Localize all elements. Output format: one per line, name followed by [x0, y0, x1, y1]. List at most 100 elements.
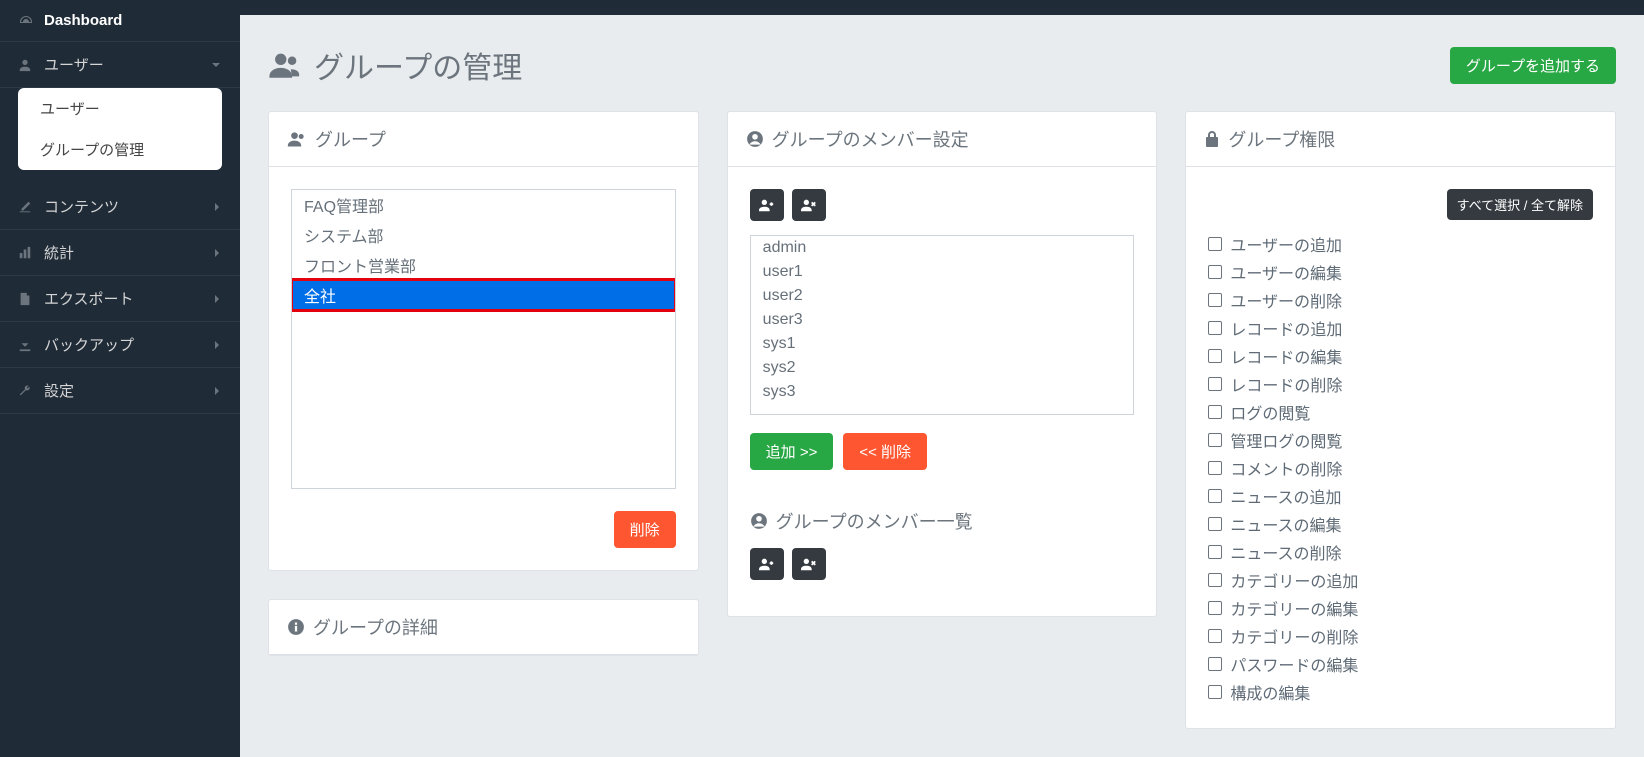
groups-panel-title: グループ: [315, 126, 386, 152]
permission-item[interactable]: レコードの編集: [1208, 342, 1593, 370]
delete-group-button[interactable]: 削除: [614, 511, 676, 548]
checkbox-icon[interactable]: [1208, 489, 1222, 503]
dashboard-icon: [18, 13, 34, 29]
toggle-all-permissions-button[interactable]: すべて選択 / 全て解除: [1447, 189, 1593, 220]
checkbox-icon[interactable]: [1208, 377, 1222, 391]
nav-users-label: ユーザー: [44, 54, 104, 75]
users-listbox[interactable]: adminuser1user2user3sys1sys2sys3: [750, 235, 1135, 415]
checkbox-icon[interactable]: [1208, 573, 1222, 587]
members-panel: グループのメンバー設定 adminuser1us: [727, 111, 1158, 617]
subnav-users[interactable]: ユーザー: [18, 88, 222, 129]
checkbox-icon[interactable]: [1208, 601, 1222, 615]
group-option[interactable]: システム部: [292, 220, 675, 250]
permission-label: カテゴリーの編集: [1230, 596, 1358, 620]
checkbox-icon[interactable]: [1208, 517, 1222, 531]
group-option[interactable]: FAQ管理部: [292, 190, 675, 220]
groups-listbox[interactable]: FAQ管理部システム部フロント営業部全社: [291, 189, 676, 489]
user-option[interactable]: user2: [751, 284, 1134, 308]
permission-item[interactable]: レコードの追加: [1208, 314, 1593, 342]
subnav-group-management[interactable]: グループの管理: [18, 129, 222, 170]
checkbox-icon[interactable]: [1208, 237, 1222, 251]
chevron-right-icon: [212, 248, 222, 258]
checkbox-icon[interactable]: [1208, 405, 1222, 419]
user-option[interactable]: admin: [751, 236, 1134, 260]
nav-users[interactable]: ユーザー: [0, 42, 240, 88]
file-icon: [18, 292, 34, 306]
add-member-button[interactable]: 追加 >>: [750, 433, 834, 470]
permission-label: ユーザーの削除: [1230, 288, 1342, 312]
user-icon: [18, 58, 34, 72]
checkbox-icon[interactable]: [1208, 685, 1222, 699]
checkbox-icon[interactable]: [1208, 545, 1222, 559]
permission-item[interactable]: ユーザーの削除: [1208, 286, 1593, 314]
permission-label: カテゴリーの追加: [1230, 568, 1358, 592]
checkbox-icon[interactable]: [1208, 321, 1222, 335]
chevron-right-icon: [212, 386, 222, 396]
info-icon: [287, 618, 305, 636]
chevron-right-icon: [212, 294, 222, 304]
user-option[interactable]: user3: [751, 308, 1134, 332]
members-panel-title: グループのメンバー設定: [772, 126, 969, 152]
nav-dashboard[interactable]: Dashboard: [0, 0, 240, 42]
user-circle-icon: [750, 512, 768, 530]
permission-item[interactable]: カテゴリーの編集: [1208, 594, 1593, 622]
checkbox-icon[interactable]: [1208, 293, 1222, 307]
permission-item[interactable]: パスワードの編集: [1208, 650, 1593, 678]
group-option[interactable]: フロント営業部: [292, 250, 675, 280]
checkbox-icon[interactable]: [1208, 461, 1222, 475]
checkbox-icon[interactable]: [1208, 657, 1222, 671]
checkbox-icon[interactable]: [1208, 629, 1222, 643]
users-icon: [268, 48, 302, 82]
nav-settings[interactable]: 設定: [0, 368, 240, 414]
chevron-right-icon: [212, 340, 222, 350]
user-add-icon-button-2[interactable]: [750, 548, 784, 580]
remove-member-button[interactable]: << 削除: [843, 433, 927, 470]
permission-item[interactable]: ニュースの追加: [1208, 482, 1593, 510]
permission-label: ユーザーの追加: [1230, 232, 1342, 256]
permission-item[interactable]: カテゴリーの追加: [1208, 566, 1593, 594]
nav-backup[interactable]: バックアップ: [0, 322, 240, 368]
wrench-icon: [18, 384, 34, 398]
nav-stats[interactable]: 統計: [0, 230, 240, 276]
permission-item[interactable]: ニュースの編集: [1208, 510, 1593, 538]
users-icon: [287, 129, 307, 149]
permission-item[interactable]: ユーザーの追加: [1208, 230, 1593, 258]
permission-label: ユーザーの編集: [1230, 260, 1342, 284]
nav-backup-label: バックアップ: [44, 334, 134, 355]
add-group-button[interactable]: グループを追加する: [1450, 47, 1616, 84]
nav-settings-label: 設定: [44, 380, 74, 401]
permission-item[interactable]: レコードの削除: [1208, 370, 1593, 398]
permission-item[interactable]: ニュースの削除: [1208, 538, 1593, 566]
permission-label: ニュースの追加: [1230, 484, 1341, 508]
permission-item[interactable]: ログの閲覧: [1208, 398, 1593, 426]
edit-icon: [18, 200, 34, 214]
user-option[interactable]: sys2: [751, 356, 1134, 380]
chevron-down-icon: [210, 59, 222, 71]
user-remove-icon-button[interactable]: [792, 189, 826, 221]
checkbox-icon[interactable]: [1208, 349, 1222, 363]
user-remove-icon-button-2[interactable]: [792, 548, 826, 580]
nav-export[interactable]: エクスポート: [0, 276, 240, 322]
user-option[interactable]: sys3: [751, 380, 1134, 404]
nav-dashboard-label: Dashboard: [44, 12, 122, 29]
topbar: [240, 0, 1644, 15]
permission-label: レコードの追加: [1230, 316, 1342, 340]
group-option[interactable]: 全社: [292, 280, 675, 310]
members-list-title: グループのメンバー一覧: [776, 508, 973, 534]
permission-item[interactable]: 管理ログの閲覧: [1208, 426, 1593, 454]
page-title: グループの管理: [268, 43, 522, 87]
nav-contents[interactable]: コンテンツ: [0, 184, 240, 230]
sidebar: Dashboard ユーザー ユーザー グループの管理 コンテンツ: [0, 0, 240, 757]
checkbox-icon[interactable]: [1208, 265, 1222, 279]
permission-item[interactable]: 構成の編集: [1208, 678, 1593, 706]
permission-item[interactable]: ユーザーの編集: [1208, 258, 1593, 286]
user-option[interactable]: user1: [751, 260, 1134, 284]
user-option[interactable]: sys1: [751, 332, 1134, 356]
nav-contents-label: コンテンツ: [44, 196, 119, 217]
permission-label: レコードの編集: [1230, 344, 1342, 368]
permission-item[interactable]: カテゴリーの削除: [1208, 622, 1593, 650]
checkbox-icon[interactable]: [1208, 433, 1222, 447]
user-add-icon-button[interactable]: [750, 189, 784, 221]
permission-item[interactable]: コメントの削除: [1208, 454, 1593, 482]
permission-label: 構成の編集: [1230, 680, 1310, 704]
